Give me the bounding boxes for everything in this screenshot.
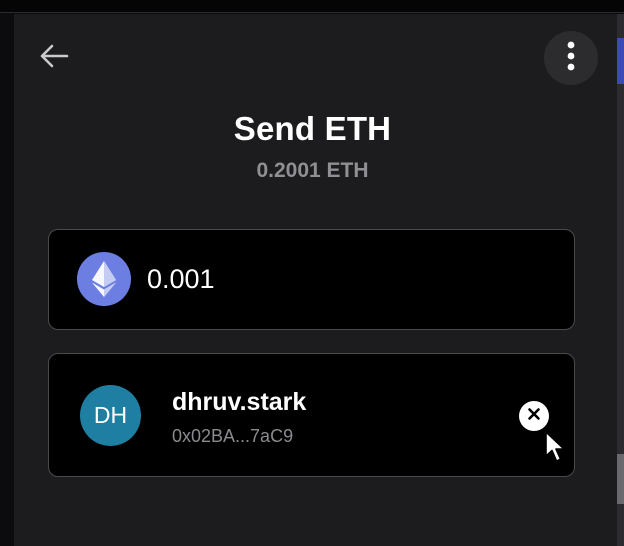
avatar: DH — [80, 385, 141, 446]
ethereum-icon — [77, 252, 131, 306]
amount-input[interactable] — [147, 256, 547, 302]
more-options-button[interactable] — [544, 31, 598, 85]
clear-recipient-button[interactable] — [519, 401, 549, 431]
back-button[interactable] — [36, 42, 72, 74]
close-icon — [527, 407, 541, 426]
amount-card — [48, 229, 575, 330]
page-title: Send ETH — [233, 110, 392, 147]
recipient-address: 0x02BA...7aC9 — [172, 426, 294, 446]
balance-label: 0.2001 ETH — [256, 159, 369, 182]
more-vertical-icon — [566, 41, 576, 76]
adjacent-window-strip — [617, 14, 624, 546]
adjacent-grey-tab — [617, 454, 624, 504]
window-top-edge — [0, 0, 624, 13]
adjacent-blue-tab — [617, 38, 624, 84]
arrow-left-icon — [38, 43, 70, 74]
mouse-pointer-icon — [544, 430, 568, 464]
app-window: Send ETH 0.2001 ETH DH dhruv.stark 0x02B… — [0, 0, 624, 546]
recipient-card[interactable]: DH dhruv.stark 0x02BA...7aC9 — [48, 353, 575, 477]
recipient-name: dhruv.stark — [172, 388, 307, 416]
